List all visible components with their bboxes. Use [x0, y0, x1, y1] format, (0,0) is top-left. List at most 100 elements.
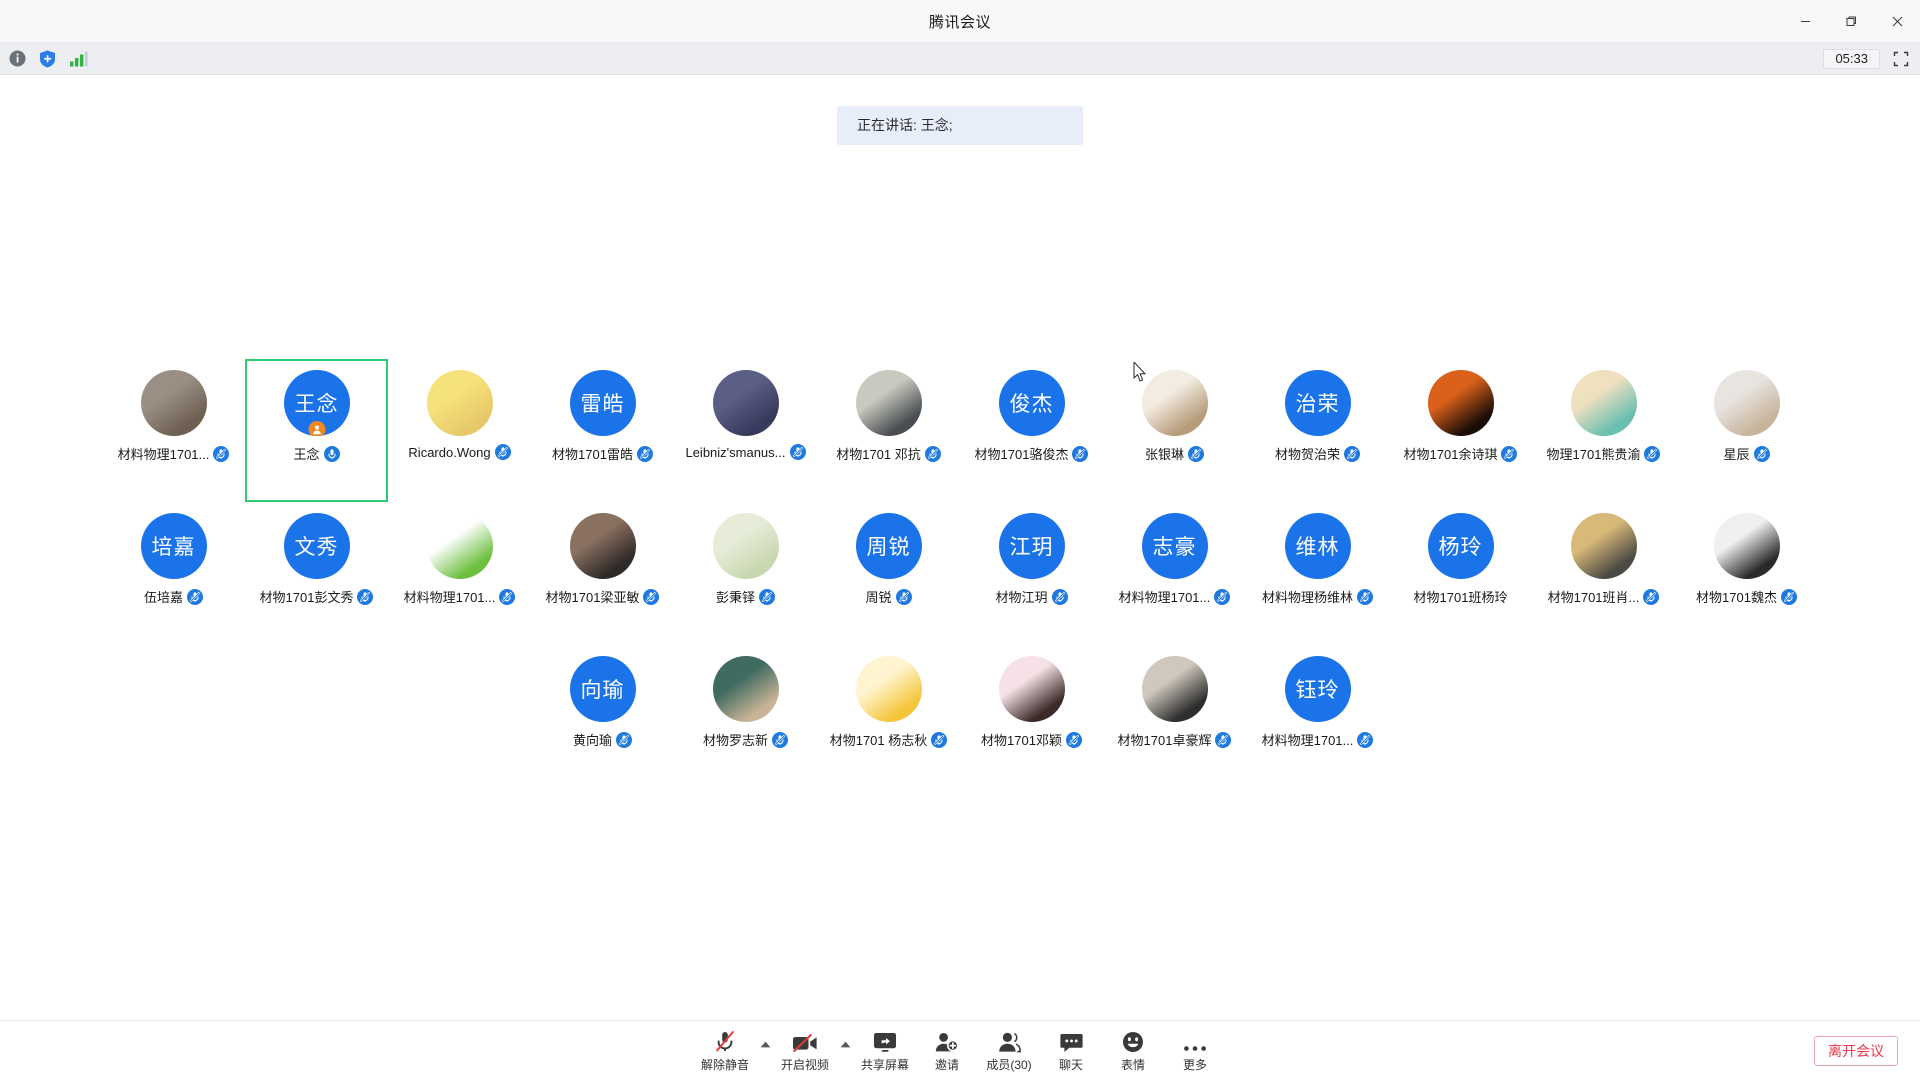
participant-name-row: 材物1701余诗琪	[1404, 444, 1518, 463]
participant-tile[interactable]: 王念 王念	[245, 359, 388, 502]
participant-name: 材物1701骆俊杰	[974, 447, 1069, 462]
participant-name-row: 材料物理1701...	[1262, 730, 1374, 749]
participant-tile[interactable]: Ricardo.Wong	[388, 359, 531, 502]
participant-tile[interactable]: 材物1701卓豪辉	[1103, 645, 1246, 788]
participant-tile[interactable]: 江玥材物江玥	[960, 502, 1103, 645]
participant-name: 材物1701班杨玲	[1413, 590, 1508, 605]
avatar-initials: 钰玲	[1295, 679, 1340, 702]
participant-tile[interactable]: 材物1701 杨志秋	[817, 645, 960, 788]
avatar: 向瑜	[569, 656, 636, 722]
participant-name: 材物罗志新	[702, 733, 768, 748]
avatar: 杨玲	[1427, 513, 1494, 579]
avatar: 雷皓	[569, 370, 636, 436]
participant-tile[interactable]: 治荣 材物贺治荣	[1246, 359, 1389, 502]
avatar	[426, 370, 493, 436]
minimize-button[interactable]	[1782, 0, 1828, 43]
participant-tile[interactable]: 志豪 材料物理1701...	[1103, 502, 1246, 645]
close-button[interactable]	[1874, 0, 1920, 43]
avatar	[1141, 370, 1208, 436]
mic-muted-icon	[213, 445, 230, 462]
toolbar-button-label: 共享屏幕	[860, 1057, 909, 1072]
chevron-up-icon[interactable]	[836, 1022, 854, 1080]
toolbar-button-mic-muted[interactable]: 解除静音	[694, 1022, 756, 1080]
leave-meeting-button[interactable]: 离开会议	[1814, 1035, 1898, 1066]
participant-tile[interactable]: 材物1701邓颖	[960, 645, 1103, 788]
participant-tile[interactable]: 材物1701 邓抗	[817, 359, 960, 502]
toolbar-button-label: 表情	[1120, 1057, 1145, 1072]
toolbar-button-share-screen[interactable]: 共享屏幕	[854, 1022, 916, 1080]
participant-tile[interactable]: 材物罗志新	[674, 645, 817, 788]
avatar	[1713, 370, 1780, 436]
members-icon	[997, 1030, 1021, 1053]
participant-tile[interactable]: 材物1701魏杰	[1675, 502, 1818, 645]
participant-tile[interactable]: 培嘉 伍培嘉	[102, 502, 245, 645]
avatar: 维林	[1284, 513, 1351, 579]
participant-name-row: 材物江玥	[995, 587, 1068, 606]
mic-muted-icon	[924, 445, 941, 462]
participant-name: 材料物理1701...	[117, 447, 210, 462]
mic-muted-icon	[187, 588, 203, 605]
participant-name-row: 伍培嘉	[144, 587, 203, 606]
toolbar-button-more-dots[interactable]: 更多	[1164, 1022, 1226, 1080]
participant-name-row: 彭秉铎	[716, 587, 775, 606]
avatar: 江玥	[998, 513, 1065, 579]
participant-tile[interactable]: 材料物理1701...	[388, 502, 531, 645]
mic-muted-icon	[1051, 588, 1068, 605]
participant-tile[interactable]: 材料物理1701...	[102, 359, 245, 502]
participant-tile[interactable]: 文秀材物1701彭文秀	[245, 502, 388, 645]
participant-name: 材物1701卓豪辉	[1117, 733, 1212, 748]
window-controls	[1782, 0, 1920, 43]
participant-tile[interactable]: 材物1701梁亚敏	[531, 502, 674, 645]
participant-name-row: 材物罗志新	[703, 730, 788, 749]
meeting-timer: 05:33	[1823, 49, 1880, 69]
participant-name-row: 材物1701 杨志秋	[830, 730, 948, 749]
participant-tile[interactable]: 钰玲材料物理1701...	[1246, 645, 1389, 788]
participant-name: 材物1701彭文秀	[259, 590, 354, 605]
participant-name: Leibniz'smanus...	[685, 444, 786, 460]
participant-name-row: Ricardo.Wong	[408, 444, 511, 460]
network-signal-icon[interactable]	[69, 51, 88, 67]
participant-name-row: 材物1701彭文秀	[260, 587, 374, 606]
participant-name: 星辰	[1723, 447, 1750, 462]
participant-tile[interactable]: 向瑜 黄向瑜	[531, 645, 674, 788]
toolbar-button-chat-bubble[interactable]: 聊天	[1040, 1022, 1102, 1080]
avatar	[140, 370, 207, 436]
participant-tile[interactable]: 物理1701熊贵渝	[1532, 359, 1675, 502]
mic-muted-icon	[494, 444, 511, 460]
participant-tile[interactable]: 材物1701班肖...	[1532, 502, 1675, 645]
participant-name: 材物1701魏杰	[1696, 590, 1777, 605]
maximize-button[interactable]	[1828, 0, 1874, 43]
participant-tile[interactable]: 维林 材料物理杨维林	[1246, 502, 1389, 645]
avatar-initials: 江玥	[1009, 536, 1054, 559]
participant-tile[interactable]: Leibniz'smanus...	[674, 359, 817, 502]
participant-tile[interactable]: 材物1701余诗琪	[1389, 359, 1532, 502]
toolbar-button-members[interactable]: 成员(30)	[978, 1022, 1040, 1080]
participant-tile[interactable]: 俊杰材物1701骆俊杰	[960, 359, 1103, 502]
avatar-initials: 周锐	[866, 536, 911, 559]
participant-tile[interactable]: 雷皓材物1701雷皓	[531, 359, 674, 502]
mic-muted-icon	[643, 588, 660, 605]
chevron-up-icon[interactable]	[756, 1022, 774, 1080]
participant-name: 材物江玥	[995, 590, 1048, 605]
avatar-initials: 雷皓	[580, 393, 625, 416]
status-bar-right: 05:33	[1823, 43, 1912, 75]
participant-tile[interactable]: 周锐 周锐	[817, 502, 960, 645]
shield-add-icon[interactable]	[39, 50, 56, 68]
participant-tile[interactable]: 张银琳	[1103, 359, 1246, 502]
mic-muted-icon	[1065, 731, 1082, 748]
toolbar-button-video-off[interactable]: 开启视频	[774, 1022, 836, 1080]
info-icon[interactable]	[9, 50, 26, 67]
avatar-initials: 文秀	[294, 536, 339, 559]
participant-name-row: 材物1701雷皓	[552, 444, 653, 463]
participant-name-row: 材物1701 邓抗	[836, 444, 941, 463]
mic-muted-icon	[759, 588, 775, 605]
toolbar-button-emoji[interactable]: 表情	[1102, 1022, 1164, 1080]
toolbar-button-invite-user[interactable]: 邀请	[916, 1022, 978, 1080]
participant-tile[interactable]: 星辰	[1675, 359, 1818, 502]
fullscreen-button[interactable]	[1890, 48, 1912, 70]
participant-tile[interactable]: 杨玲材物1701班杨玲	[1389, 502, 1532, 645]
avatar-initials: 俊杰	[1009, 393, 1054, 416]
video-stage: 正在讲话: 王念; 材料物理1701... 王念 王念 Ricardo.Wong 雷皓材…	[0, 75, 1920, 1020]
participant-tile[interactable]: 彭秉铎	[674, 502, 817, 645]
toolbar-button-label: 聊天	[1058, 1057, 1083, 1072]
